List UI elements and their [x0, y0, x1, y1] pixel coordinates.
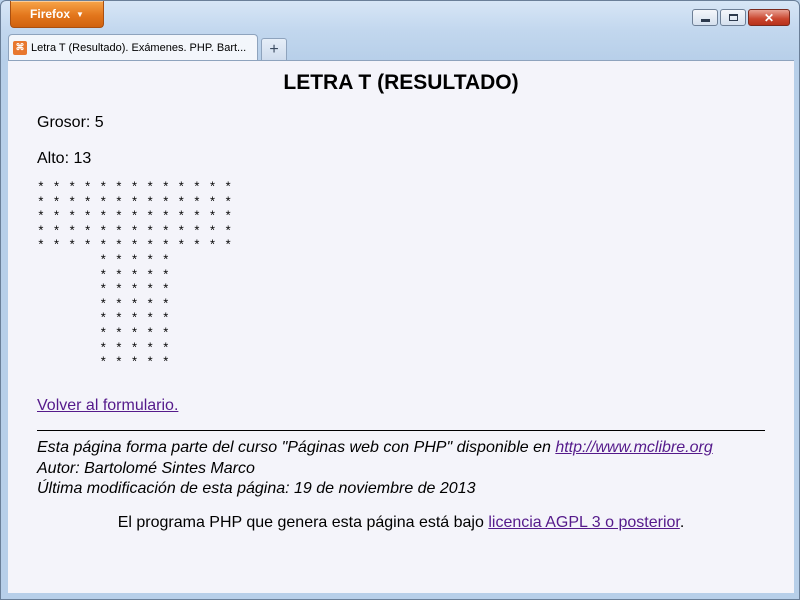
- tab-active[interactable]: ⌘ Letra T (Resultado). Exámenes. PHP. Ba…: [8, 34, 258, 60]
- footer: Esta página forma parte del curso "Págin…: [37, 438, 713, 500]
- divider: [37, 430, 765, 431]
- mclibre-link[interactable]: http://www.mclibre.org: [555, 439, 712, 456]
- browser-window: Firefox ▼ ✕ ⌘ Letra T (Resultado). Exáme…: [0, 0, 800, 600]
- letter-t-art: * * * * * * * * * * * * * * * * * * * * …: [37, 180, 233, 371]
- tab-bar: ⌘ Letra T (Resultado). Exámenes. PHP. Ba…: [8, 33, 287, 60]
- xampp-favicon-icon: ⌘: [13, 40, 27, 55]
- close-icon: ✕: [763, 10, 775, 25]
- license-text: El programa PHP que genera esta página e…: [117, 514, 489, 531]
- firefox-menu-button[interactable]: Firefox ▼: [10, 1, 104, 28]
- window-controls: ✕: [692, 9, 790, 26]
- footer-last-modified: Última modificación de esta página: 19 d…: [37, 480, 476, 497]
- back-link-paragraph: Volver al formulario.: [37, 397, 178, 415]
- firefox-menu-label: Firefox: [30, 7, 71, 21]
- license-link[interactable]: licencia AGPL 3 o posterior: [488, 514, 680, 531]
- chevron-down-icon: ▼: [76, 9, 84, 19]
- page-content: LETRA T (RESULTADO) Grosor: 5 Alto: 13 *…: [8, 60, 794, 593]
- footer-course-line: Esta página forma parte del curso "Págin…: [37, 438, 713, 459]
- maximize-button[interactable]: [720, 9, 746, 26]
- license-line: El programa PHP que genera esta página e…: [8, 514, 794, 532]
- new-tab-button[interactable]: +: [261, 38, 287, 60]
- license-end: .: [679, 514, 685, 531]
- maximize-icon: [728, 14, 738, 21]
- footer-course-text: Esta página forma parte del curso "Págin…: [37, 439, 556, 456]
- page-title: LETRA T (RESULTADO): [283, 71, 519, 94]
- tab-title: Letra T (Resultado). Exámenes. PHP. Bart…: [31, 41, 247, 54]
- footer-author: Autor: Bartolomé Sintes Marco: [37, 459, 255, 477]
- alto-text: Alto: 13: [37, 150, 92, 167]
- minimize-icon: [700, 19, 710, 22]
- minimize-button[interactable]: [692, 9, 718, 26]
- back-to-form-link[interactable]: Volver al formulario.: [37, 397, 178, 414]
- grosor-text: Grosor: 5: [37, 114, 104, 131]
- close-window-button[interactable]: ✕: [748, 9, 790, 26]
- plus-icon: +: [269, 40, 279, 58]
